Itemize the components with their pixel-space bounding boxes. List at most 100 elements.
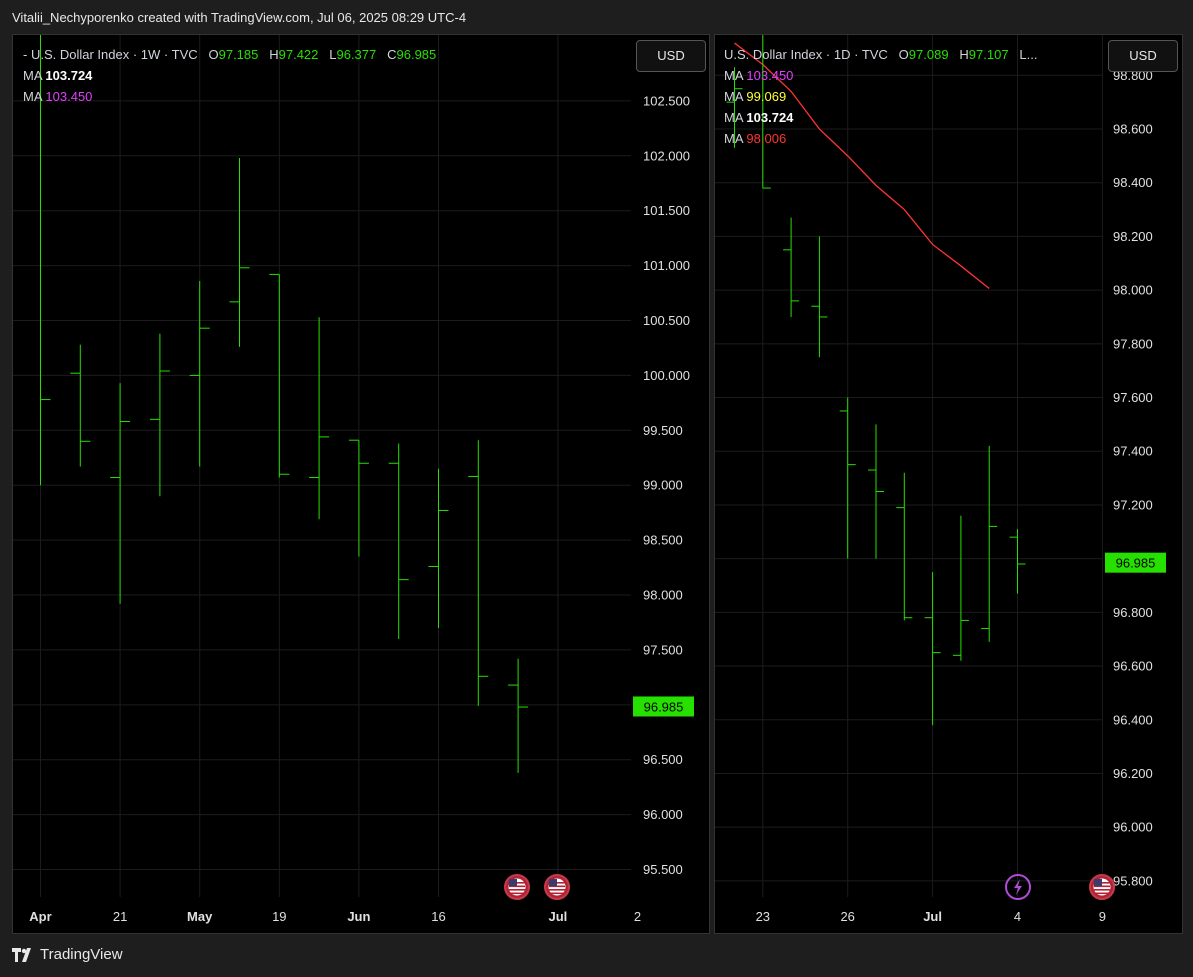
ma-row[interactable]: MA 103.724 [724,107,1038,128]
weekly-chart-panel[interactable]: 102.500 102.000 101.500 101.000 100.500 100.0… [12,34,710,934]
symbol-name[interactable]: U.S. Dollar Index [31,47,129,62]
us-flag-icon [1089,874,1115,900]
ma-value: 103.450 [746,68,794,83]
x-tick-label: 4 [1014,909,1021,924]
x-tick-label: 26 [840,909,854,924]
ma-label: MA [724,68,743,83]
y-tick-label: 95.800 [1113,873,1153,888]
currency-button[interactable]: USD [1108,40,1178,72]
interval[interactable]: 1D [834,47,851,62]
us-flag-stripe [549,892,565,895]
ma-label: MA [724,110,743,125]
y-tick-label: 96.600 [1113,659,1153,674]
ma-value: 98.006 [746,131,787,146]
ma-row[interactable]: MA 99.069 [724,86,1038,107]
daily-chart-svg[interactable]: 98.80098.60098.40098.20098.00097.80097.6… [715,35,1182,933]
y-tick-label: 96.400 [1113,712,1153,727]
y-tick-label: 95.500 [643,862,683,877]
y-tick-label: 97.800 [1113,336,1153,351]
ma-label: MA [23,89,42,104]
y-tick-label: 101.500 [643,203,690,218]
y-tick-label: 102.000 [643,148,690,163]
y-tick-label: 98.600 [1113,121,1153,136]
ma-label: MA [724,131,743,146]
y-tick-label: 97.400 [1113,444,1153,459]
high-value: 97.107 [968,47,1009,62]
close-value: 96.985 [396,47,437,62]
high-value: 97.422 [278,47,319,62]
us-flag-canton [549,879,557,886]
legend-truncated: L... [1019,47,1038,62]
x-tick-label: Jul [549,909,568,924]
last-price-label: 96.985 [1116,556,1156,571]
ma-value: 99.069 [746,89,787,104]
y-tick-label: 98.400 [1113,175,1153,190]
weekly-legend: - U.S. Dollar Index · 1W · TVC O97.185 H… [23,44,436,107]
ma-value: 103.450 [45,89,93,104]
y-tick-label: 101.000 [643,258,690,273]
y-tick-label: 96.800 [1113,605,1153,620]
y-tick-label: 102.500 [643,93,690,108]
daily-chart-panel[interactable]: 98.800 98.600 98.400 98.200 98.000 97.800 97.6… [714,34,1183,934]
daily-legend: U.S. Dollar Index · 1D · TVC O97.089 H97… [724,44,1038,149]
source: TVC [171,47,198,62]
y-tick-label: 100.500 [643,313,690,328]
low-value: 96.377 [336,47,377,62]
x-tick-label: 19 [272,909,286,924]
legend-dash: - [23,47,31,62]
ma-row[interactable]: MA 103.724 [23,65,436,86]
x-tick-label: 2 [634,909,641,924]
source: TVC [861,47,888,62]
us-flag-canton [1094,879,1102,886]
y-tick-label: 97.600 [1113,390,1153,405]
footer[interactable]: TradingView [12,946,123,963]
us-flag-icon [544,874,570,900]
y-tick-label: 98.500 [643,533,683,548]
currency-button[interactable]: USD [636,40,706,72]
footer-brand: TradingView [40,946,123,963]
x-tick-label: Jul [923,909,942,924]
ma-row[interactable]: MA 103.450 [23,86,436,107]
y-tick-label: 98.000 [1113,283,1153,298]
us-flag-stripe [1094,892,1110,895]
y-tick-label: 99.500 [643,423,683,438]
us-flag-icon [504,874,530,900]
ma-value: 103.724 [746,110,794,125]
open-value: 97.185 [218,47,259,62]
y-tick-label: 98.000 [643,588,683,603]
weekly-chart-svg[interactable]: 102.500 102.000 101.500 101.000 100.500 100.0… [13,35,709,933]
x-tick-label: 23 [756,909,770,924]
last-price-label: 96.985 [644,699,684,714]
header-attribution: Vitalii_Nechyporenko created with Tradin… [12,10,467,25]
y-tick-label: 96.200 [1113,766,1153,781]
y-tick-label: 96.500 [643,752,683,767]
x-tick-label: May [187,909,213,924]
plot-area [13,35,631,897]
ma-row[interactable]: MA 98.006 [724,128,1038,149]
x-tick-label: 9 [1099,909,1106,924]
us-flag-canton [509,879,517,886]
ma-row[interactable]: MA 103.450 [724,65,1038,86]
y-tick-label: 97.200 [1113,497,1153,512]
x-tick-label: 16 [431,909,445,924]
y-tick-label: 98.200 [1113,229,1153,244]
interval[interactable]: 1W [141,47,161,62]
y-tick-label: 96.000 [1113,820,1153,835]
x-tick-label: Jun [347,909,370,924]
ma-label: MA [724,89,743,104]
open-value: 97.089 [908,47,949,62]
us-flag-stripe [509,892,525,895]
us-flag-stripe [509,889,525,891]
ma-value: 103.724 [45,68,93,83]
us-flag-stripe [549,889,565,891]
tradingview-logo-icon [12,947,34,962]
y-tick-label: 99.000 [643,478,683,493]
plot-area [715,35,1103,897]
y-tick-label: 100.000 [643,368,690,383]
us-flag-stripe [1094,889,1110,891]
x-tick-label: Apr [29,909,51,924]
symbol-name[interactable]: U.S. Dollar Index [724,47,822,62]
y-tick-label: 96.000 [643,807,683,822]
y-tick-label: 97.500 [643,642,683,657]
ma-label: MA [23,68,42,83]
